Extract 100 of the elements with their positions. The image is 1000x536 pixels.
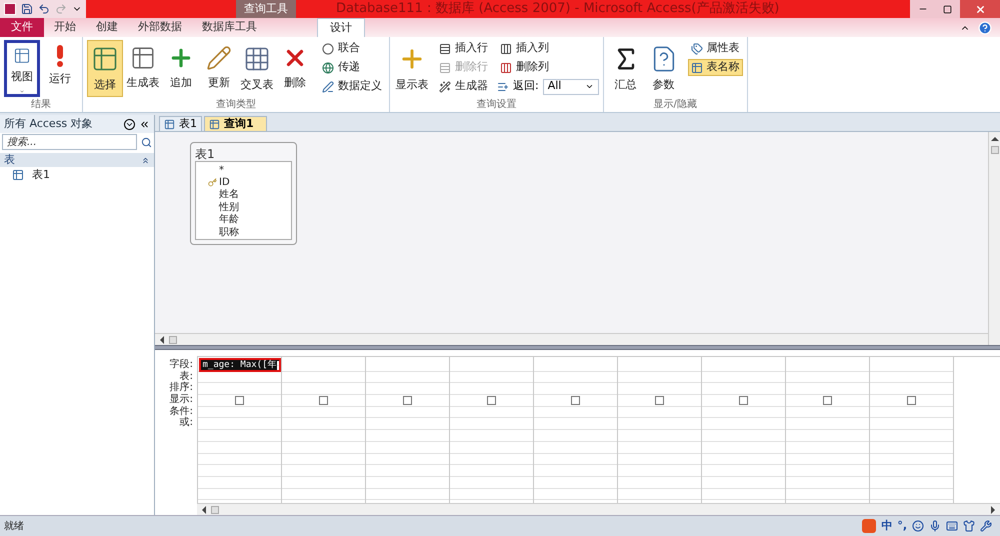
nav-item[interactable]: 表1 [0, 167, 154, 183]
grid-cell[interactable] [618, 395, 701, 407]
ribbon-button[interactable]: 联合 [319, 40, 385, 57]
table-names-icon [690, 62, 703, 74]
vertical-scrollbar[interactable] [988, 132, 1000, 345]
ime-logo-icon [862, 519, 876, 533]
show-checkbox[interactable] [235, 396, 244, 405]
grid-cell[interactable] [366, 395, 449, 407]
delete-column-icon [500, 62, 512, 74]
ribbon-button[interactable]: 数据定义 [319, 78, 385, 95]
field-name[interactable]: 年龄 [219, 212, 239, 228]
ribbon-button[interactable]: 生成器 [436, 78, 491, 95]
exclamation-icon [56, 45, 64, 67]
grid-cell[interactable] [282, 395, 365, 407]
row-label: 表: [180, 370, 193, 382]
field-name[interactable]: 职称 [219, 224, 239, 240]
scroll-right-icon[interactable] [990, 506, 996, 514]
ribbon-button[interactable]: 汇总 [608, 40, 644, 97]
table-title: 表1 [195, 146, 216, 161]
field-name[interactable]: 性别 [219, 200, 239, 215]
row-label: 字段: [170, 359, 193, 370]
search-field[interactable]: 搜索... [2, 134, 137, 150]
delete-row-icon [439, 62, 451, 74]
scroll-thumb[interactable] [169, 336, 177, 344]
ribbon-button[interactable]: 插入列 [497, 40, 599, 57]
search-icon[interactable] [141, 136, 152, 148]
smiley-icon[interactable] [912, 520, 924, 532]
group-label: 查询类型 [215, 98, 257, 112]
scroll-left-icon[interactable] [201, 506, 207, 514]
wand-icon [439, 80, 451, 92]
scroll-thumb[interactable] [990, 146, 998, 154]
table-icon [209, 118, 220, 130]
return-label: 返回: [513, 78, 539, 94]
ribbon-button[interactable]: 表名称 [688, 59, 743, 76]
wrench-icon[interactable] [980, 520, 992, 532]
ribbon-button[interactable]: 插入行 [436, 40, 491, 57]
grid-cell[interactable] [450, 395, 533, 407]
ribbon-button[interactable]: 生成表 [125, 40, 161, 97]
field-name[interactable]: * [219, 162, 224, 178]
microphone-icon[interactable] [929, 520, 941, 532]
help-icon[interactable] [978, 20, 992, 34]
horizontal-scrollbar[interactable] [155, 333, 988, 345]
save-icon[interactable] [21, 3, 33, 15]
ribbon-button[interactable]: 交叉表 [239, 40, 275, 97]
keyboard-icon[interactable] [946, 520, 958, 532]
scroll-left-icon[interactable] [159, 336, 165, 344]
ribbon-button[interactable]: 传递 [319, 59, 385, 76]
return-dropdown[interactable]: All [542, 78, 599, 94]
undo-icon[interactable] [38, 3, 50, 15]
ribbon-button[interactable]: 视图 [4, 40, 40, 97]
row-label: 排序: [170, 382, 193, 394]
show-checkbox[interactable] [571, 396, 580, 405]
ribbon-button[interactable]: 更新 [201, 40, 237, 97]
ribbon-button[interactable]: 显示表 [394, 40, 430, 97]
collapse-icon[interactable] [139, 118, 150, 130]
ribbon-button[interactable]: 删除 [277, 40, 313, 97]
ribbon-tab[interactable]: 数据库工具 [198, 18, 261, 37]
show-checkbox[interactable] [487, 396, 496, 405]
ime-indicator[interactable]: °, [897, 518, 907, 534]
show-checkbox[interactable] [739, 396, 748, 405]
ribbon-tab[interactable]: 开始 [50, 18, 80, 37]
show-checkbox[interactable] [907, 396, 916, 405]
redo-icon[interactable] [55, 3, 67, 15]
horizontal-scrollbar[interactable] [197, 503, 1000, 515]
ribbon-button[interactable]: 选择 [87, 40, 123, 97]
window-title: Database111 : 数据库 (Access 2007) - Microsoft Access(产品激活失败) [336, 0, 780, 18]
grid-cell[interactable] [534, 395, 617, 407]
show-checkbox[interactable] [655, 396, 664, 405]
restore-icon [943, 4, 952, 14]
ribbon-button[interactable]: 参数 [646, 40, 682, 97]
ribbon-button[interactable]: 追加 [163, 40, 199, 97]
show-checkbox[interactable] [823, 396, 832, 405]
document-tab[interactable]: 表1 [159, 116, 202, 131]
grid-cell[interactable] [198, 395, 281, 407]
ribbon-tab[interactable]: 创建 [92, 18, 122, 37]
ribbon-tab[interactable]: 文件 [0, 18, 44, 37]
table-field-list[interactable]: 表1 * ID 姓名 性别 年龄 职称 [190, 142, 297, 245]
show-checkbox[interactable] [319, 396, 328, 405]
scroll-up-icon[interactable] [990, 136, 998, 142]
caret-icon [18, 89, 26, 94]
grid-cell[interactable] [702, 395, 785, 407]
scroll-thumb[interactable] [211, 506, 219, 514]
ribbon-button[interactable]: 属性表 [688, 40, 743, 57]
ribbon-button[interactable]: 运行 [42, 40, 78, 97]
grid-cell[interactable] [786, 395, 869, 407]
category-header[interactable]: 表 [0, 153, 154, 167]
ribbon-tab[interactable]: 外部数据 [134, 18, 186, 37]
ribbon-button[interactable]: 删除列 [497, 59, 599, 76]
table-icon [12, 169, 24, 181]
close-button[interactable] [960, 0, 1000, 18]
show-checkbox[interactable] [403, 396, 412, 405]
ime-indicator[interactable]: 中 [881, 518, 892, 534]
context-tab-title: 查询工具 [236, 0, 296, 18]
document-tab[interactable]: 查询1 [204, 116, 267, 131]
grid-cell[interactable] [870, 395, 953, 407]
grid-icon [243, 45, 271, 73]
ribbon-tab[interactable]: 设计 [317, 18, 365, 37]
shirt-icon[interactable] [963, 520, 975, 532]
globe-icon [322, 62, 334, 74]
row-label: 显示: [170, 394, 193, 406]
